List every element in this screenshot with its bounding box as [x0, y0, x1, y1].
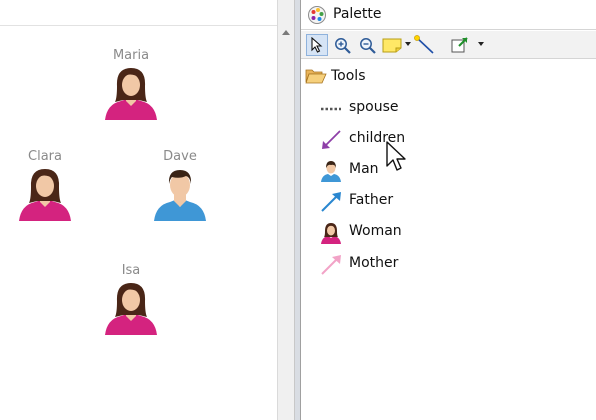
- note-dropdown-arrow-icon[interactable]: [405, 42, 411, 46]
- tool-children[interactable]: children: [319, 127, 459, 153]
- person-node-dave[interactable]: Dave: [145, 148, 215, 221]
- tool-mother[interactable]: Mother: [319, 252, 459, 278]
- tools-drawer-header[interactable]: Tools: [301, 64, 596, 90]
- drawer-label: Tools: [331, 68, 366, 84]
- tool-man[interactable]: Man: [319, 158, 459, 184]
- man-icon: [321, 161, 341, 182]
- person-node-clara[interactable]: Clara: [10, 148, 80, 221]
- template-dropdown-arrow-icon[interactable]: [478, 42, 484, 46]
- node-label: Clara: [28, 149, 62, 164]
- purple-arrow-icon: [322, 130, 341, 149]
- person-node-isa[interactable]: Isa: [96, 262, 166, 335]
- palette-header: Palette: [301, 0, 596, 30]
- woman-icon: [321, 223, 341, 244]
- tool-woman[interactable]: Woman: [319, 220, 459, 246]
- woman-figure-icon: [19, 169, 71, 221]
- note-icon[interactable]: [381, 34, 403, 56]
- tool-label: children: [349, 130, 406, 146]
- palette-toolbar: [301, 31, 596, 59]
- canvas-vertical-scrollbar[interactable]: [277, 0, 294, 420]
- tool-label: Father: [349, 192, 394, 208]
- canvas-header-strip: [0, 0, 277, 26]
- node-label: Isa: [121, 263, 141, 278]
- diagram-canvas[interactable]: Maria Clara Dave Isa: [0, 0, 277, 420]
- palette-title: Palette: [333, 6, 382, 22]
- tool-label: Mother: [349, 255, 399, 271]
- tool-label: Man: [349, 161, 379, 177]
- scroll-up-arrow-icon[interactable]: [278, 26, 294, 40]
- zoom-in-icon[interactable]: [331, 34, 353, 56]
- dotted-line-icon: [321, 107, 341, 111]
- blue-arrow-icon: [321, 192, 341, 212]
- tool-label: spouse: [349, 99, 399, 115]
- palette-panel: Palette Tools spouse children Man Father…: [301, 0, 596, 420]
- view-splitter[interactable]: [294, 0, 301, 420]
- connection-icon[interactable]: [413, 34, 435, 56]
- template-icon[interactable]: [449, 34, 471, 56]
- person-node-maria[interactable]: Maria: [96, 47, 166, 120]
- node-label: Dave: [163, 149, 197, 164]
- palette-icon: [308, 6, 326, 24]
- tool-father[interactable]: Father: [319, 189, 459, 215]
- zoom-out-icon[interactable]: [356, 34, 378, 56]
- select-icon[interactable]: [306, 34, 328, 56]
- tool-spouse[interactable]: spouse: [319, 96, 459, 122]
- woman-figure-icon: [105, 283, 157, 335]
- node-label: Maria: [112, 48, 150, 63]
- open-folder-icon: [305, 69, 327, 84]
- man-figure-icon: [154, 170, 206, 221]
- tool-label: Woman: [349, 223, 402, 239]
- woman-figure-icon: [105, 68, 157, 120]
- pink-arrow-icon: [321, 255, 341, 275]
